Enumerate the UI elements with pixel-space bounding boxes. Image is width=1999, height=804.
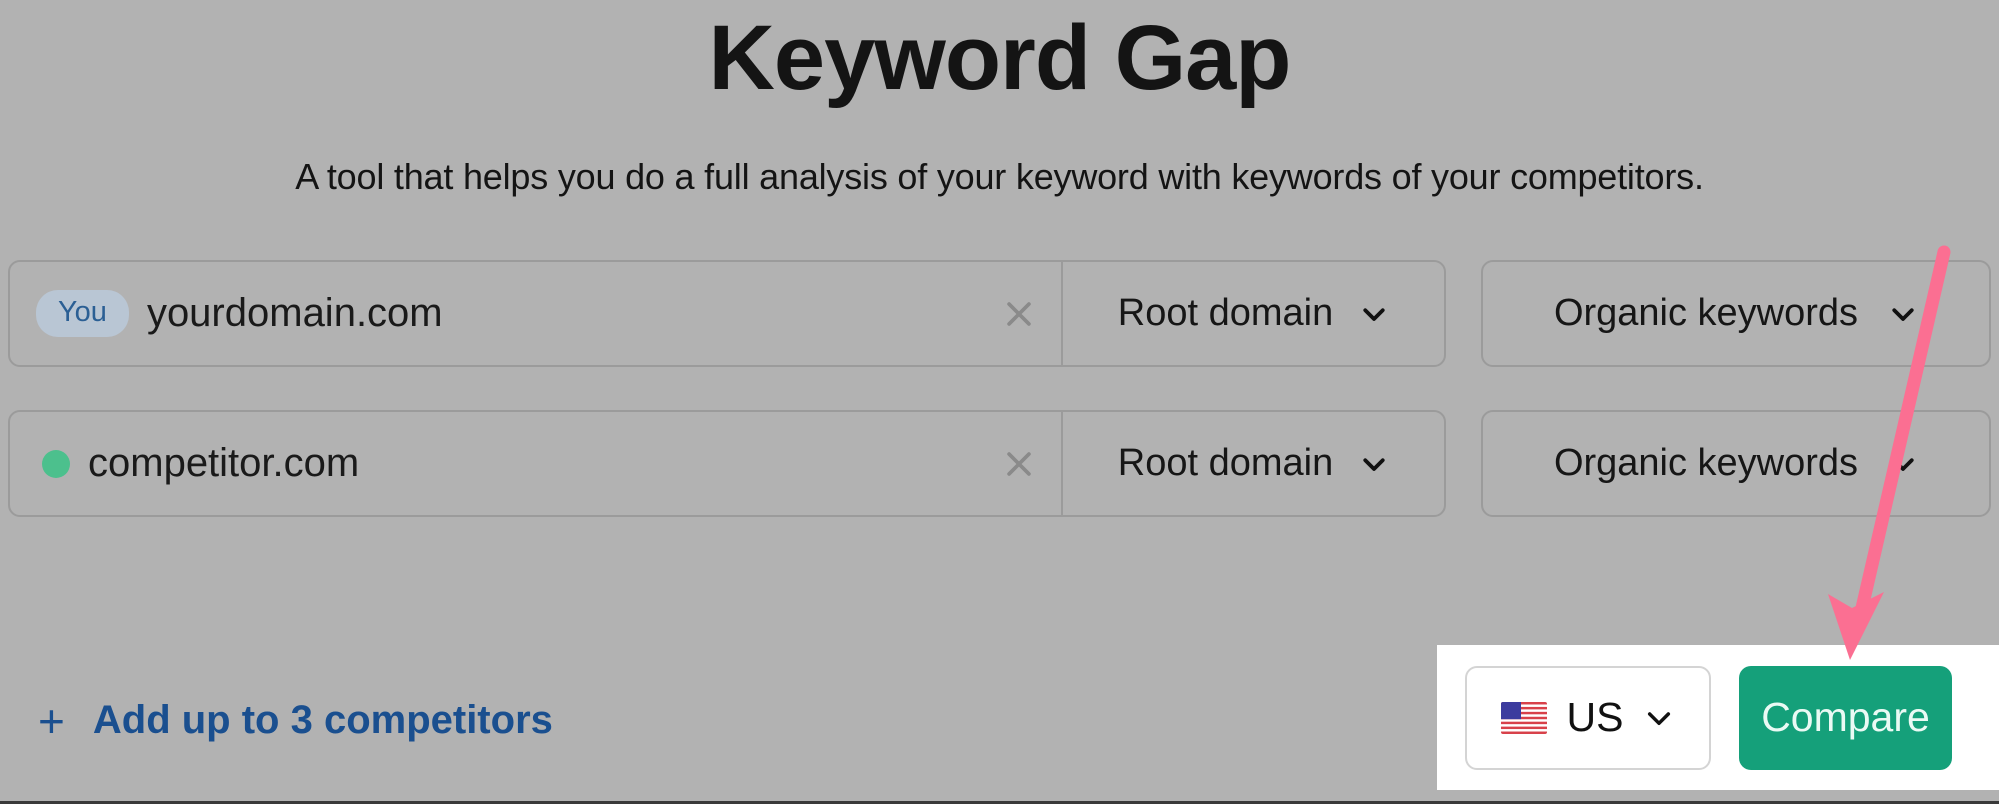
domain-input-group-1: You yourdomain.com Root domain [8,260,1446,367]
highlight-callout: US Compare [1437,645,1999,790]
page-subtitle: A tool that helps you do a full analysis… [295,156,1704,197]
table-row: competitor.com Root domain Organic keywo… [8,410,1991,517]
domain-value-1: yourdomain.com [146,291,443,335]
domain-input-2[interactable]: competitor.com [10,412,977,515]
domain-type-select-2[interactable]: Root domain [1061,412,1444,515]
plus-icon: + [38,694,65,747]
metric-select-2[interactable]: Organic keywords [1481,410,1991,517]
you-badge: You [36,290,129,337]
domain-input-1[interactable]: You yourdomain.com [10,262,977,365]
chevron-down-icon [1892,457,1914,471]
chevron-down-icon [1892,307,1914,321]
close-icon[interactable] [977,412,1061,515]
domain-input-group-2: competitor.com Root domain [8,410,1446,517]
add-competitors-button[interactable]: + Add up to 3 competitors [38,698,553,744]
us-flag-icon [1500,701,1547,734]
close-icon[interactable] [977,262,1061,365]
domain-type-select-1[interactable]: Root domain [1061,262,1444,365]
chevron-down-icon [1363,307,1385,321]
metric-select-1[interactable]: Organic keywords [1481,260,1991,367]
domain-rows-area: You yourdomain.com Root domain Organic k… [0,260,1999,517]
add-competitors-label: Add up to 3 competitors [92,698,553,742]
domain-type-value-1: Root domain [1117,292,1334,334]
country-select[interactable]: US [1465,665,1711,770]
domain-type-value-2: Root domain [1117,442,1334,484]
chevron-down-icon [1363,457,1385,471]
compare-button[interactable]: Compare [1739,665,1952,770]
metric-value-2: Organic keywords [1553,442,1859,484]
domain-value-2: competitor.com [88,441,360,485]
competitor-color-dot [42,449,70,478]
chevron-down-icon [1648,711,1671,725]
table-row: You yourdomain.com Root domain Organic k… [8,260,1991,367]
country-label: US [1566,694,1624,740]
page-title: Keyword Gap [708,7,1291,109]
metric-value-1: Organic keywords [1553,292,1859,334]
